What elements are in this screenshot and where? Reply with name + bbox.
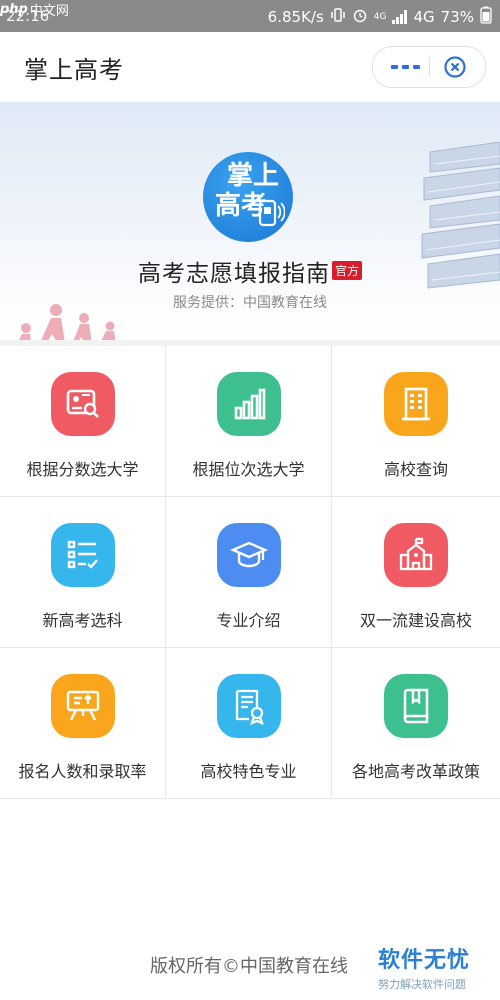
building-icon — [384, 372, 448, 436]
menu-item-subject-selection[interactable]: 新高考选科 — [0, 497, 166, 647]
grid-row: 根据分数选大学 根据位次选大学 高校查询 — [0, 346, 500, 497]
certificate-icon — [216, 674, 281, 738]
mini-program-capsule — [372, 46, 486, 88]
php-logo: php — [0, 2, 28, 17]
battery-icon — [480, 6, 492, 28]
menu-item-double-first-class[interactable]: 双一流建设高校 — [332, 497, 500, 647]
menu-label: 根据分数选大学 — [26, 460, 139, 479]
guide-title: 高考志愿填报指南 — [137, 261, 330, 287]
menu-item-reform-policy[interactable]: 各地高考改革政策 — [332, 648, 500, 798]
menu-item-featured-majors[interactable]: 高校特色专业 — [166, 648, 332, 798]
site-watermark: php 中文网 — [0, 0, 69, 19]
menu-label: 高校查询 — [383, 460, 448, 479]
small-network-label: 4G — [373, 12, 387, 22]
menu-label: 双一流建设高校 — [359, 611, 472, 630]
menu-item-enrollment-rate[interactable]: 报名人数和录取率 — [0, 648, 166, 798]
banner: 掌上 高考 高考志愿填报指南 官方 服务提供：中国教育在线 — [0, 102, 500, 340]
menu-label: 高校特色专业 — [200, 762, 297, 781]
grid-row: 报名人数和录取率 高校特色专业 各地高考改革政策 — [0, 648, 500, 799]
bar-chart-icon — [216, 372, 281, 436]
graduation-cap-icon — [216, 523, 281, 587]
score-search-icon — [50, 372, 115, 436]
menu-label: 报名人数和录取率 — [18, 762, 147, 781]
book-icon — [384, 674, 448, 738]
capsule-divider — [429, 57, 430, 77]
menu-item-score-university[interactable]: 根据分数选大学 — [0, 346, 166, 496]
banner-title: 高考志愿填报指南 官方 — [0, 254, 500, 288]
grid-row: 新高考选科 专业介绍 双一流建设高校 — [0, 497, 500, 648]
menu-item-rank-university[interactable]: 根据位次选大学 — [166, 346, 332, 496]
network-type: 4G — [413, 8, 435, 26]
status-bar: 22:16 php 中文网 6.85K/s 4G 4G 73% — [0, 0, 500, 32]
battery-level: 73% — [440, 8, 474, 26]
menu-label: 根据位次选大学 — [192, 460, 305, 479]
site-name: 中文网 — [29, 4, 69, 19]
menu-item-college-query[interactable]: 高校查询 — [332, 346, 500, 496]
school-building-icon — [384, 523, 448, 587]
phone-icon — [258, 199, 285, 227]
presentation-board-icon — [50, 674, 115, 738]
checklist-icon — [50, 523, 115, 587]
vibrate-icon — [330, 7, 346, 27]
watermark-slogan: 努力解决软件问题 — [378, 978, 466, 991]
service-provider: 服务提供：中国教育在线 — [173, 295, 327, 311]
watermark-brand: 软件无忧 — [378, 948, 471, 973]
official-badge: 官方 — [331, 261, 362, 280]
logo-text-line1: 掌上 — [227, 161, 280, 191]
app-header: 掌上高考 — [0, 32, 500, 102]
alarm-icon — [352, 7, 368, 27]
more-dots-icon[interactable] — [391, 59, 431, 75]
signal-icon — [392, 10, 408, 24]
status-indicators: 6.85K/s 4G 4G 73% — [268, 6, 492, 28]
menu-item-major-intro[interactable]: 专业介绍 — [166, 497, 332, 647]
corner-watermark: 软件无忧 努力解决软件问题 — [378, 942, 470, 992]
page-title: 掌上高考 — [24, 56, 124, 84]
close-circle-icon[interactable] — [443, 55, 467, 79]
copyright-footer: 版权所有©中国教育在线 — [150, 956, 348, 977]
app-logo: 掌上 高考 — [203, 152, 293, 242]
feature-grid: 根据分数选大学 根据位次选大学 高校查询 新高考选科 专业介绍 双一流建设高校 … — [0, 346, 500, 799]
net-speed: 6.85K/s — [267, 8, 324, 26]
menu-label: 专业介绍 — [216, 611, 281, 630]
menu-label: 新高考选科 — [42, 611, 123, 630]
menu-label: 各地高考改革政策 — [351, 762, 480, 781]
